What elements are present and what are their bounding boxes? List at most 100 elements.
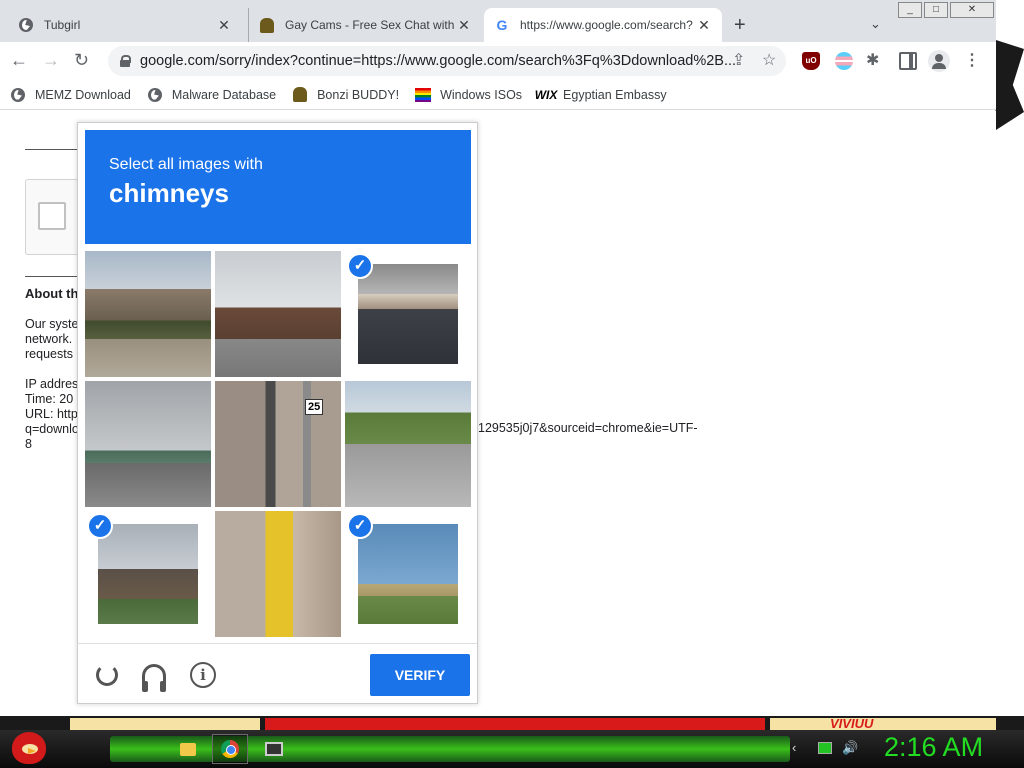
tile-image bbox=[345, 381, 471, 507]
profile-avatar-icon[interactable] bbox=[928, 50, 950, 72]
bookmark-malware-database[interactable]: Malware Database bbox=[147, 87, 276, 103]
checkmark-icon: ✓ bbox=[87, 513, 113, 539]
tab-tubgirl[interactable]: Tubgirl ✕ bbox=[8, 8, 242, 42]
page-text-line: URL: http bbox=[25, 407, 77, 421]
bookmark-label: Malware Database bbox=[171, 87, 277, 102]
tile-image bbox=[98, 524, 198, 624]
bookmark-star-icon[interactable]: ☆ bbox=[762, 50, 776, 70]
address-url: google.com/sorry/index?continue=https://… bbox=[140, 53, 737, 69]
reload-challenge-icon[interactable] bbox=[96, 664, 118, 686]
tile-image bbox=[358, 524, 458, 624]
image-tile-selected[interactable]: ✓ bbox=[345, 251, 471, 377]
checkmark-icon: ✓ bbox=[347, 513, 373, 539]
close-window-button[interactable]: ✕ bbox=[950, 2, 994, 18]
ublock-origin-icon[interactable]: uO bbox=[802, 52, 820, 70]
image-tile[interactable]: 25 bbox=[215, 381, 341, 507]
globe-icon bbox=[18, 17, 34, 33]
bookmarks-bar: MEMZ Download Malware Database Bonzi BUD… bbox=[0, 80, 996, 110]
recaptcha-checkbox[interactable] bbox=[38, 202, 66, 230]
taskbar-clock[interactable]: 2:16 AM bbox=[884, 732, 983, 763]
maximize-button[interactable]: □ bbox=[924, 2, 948, 18]
bookmark-egyptian-embassy[interactable]: WIX Egyptian Embassy bbox=[534, 87, 667, 103]
page-text-line: IP addres bbox=[25, 377, 77, 391]
gorilla-icon bbox=[259, 17, 275, 33]
image-tile[interactable] bbox=[85, 381, 211, 507]
bookmark-label: MEMZ Download bbox=[35, 87, 131, 102]
bookmark-bonzi-buddy[interactable]: Bonzi BUDDY! bbox=[292, 87, 399, 103]
globe-icon bbox=[147, 87, 163, 103]
image-grid: ✓ 25 ✓ ✓ bbox=[85, 251, 471, 637]
wallpaper-text: VIVIUU bbox=[830, 716, 874, 731]
page-text-line: network. bbox=[25, 332, 73, 346]
image-tile[interactable] bbox=[85, 251, 211, 377]
kebab-menu-icon[interactable]: ⋮ bbox=[964, 52, 982, 70]
minimize-button[interactable]: _ bbox=[898, 2, 922, 18]
toolbar: ← → ↻ google.com/sorry/index?continue=ht… bbox=[0, 42, 996, 80]
wix-icon: WIX bbox=[534, 87, 558, 102]
image-tile-selected[interactable]: ✓ bbox=[345, 511, 471, 637]
url-text-tail: 129535j0j7&sourceid=chrome&ie=UTF- bbox=[478, 421, 698, 435]
speed-sign: 25 bbox=[305, 399, 324, 415]
taskbar-chrome[interactable] bbox=[212, 734, 248, 764]
gorilla-icon bbox=[292, 87, 308, 103]
page-text-line: Time: 20 bbox=[25, 392, 74, 406]
info-icon[interactable]: i bbox=[190, 662, 216, 688]
share-icon[interactable]: ⇪ bbox=[732, 50, 745, 70]
side-panel-icon[interactable] bbox=[899, 52, 917, 70]
close-icon[interactable]: ✕ bbox=[456, 17, 472, 34]
image-tile[interactable] bbox=[345, 381, 471, 507]
taskbar-file-explorer[interactable] bbox=[170, 734, 206, 764]
page-text-line: Our syste bbox=[25, 317, 77, 331]
tab-gay-cams[interactable]: Gay Cams - Free Sex Chat with Se ✕ bbox=[248, 8, 482, 42]
headphones-audio-icon[interactable] bbox=[142, 664, 166, 692]
address-bar[interactable]: google.com/sorry/index?continue=https://… bbox=[108, 46, 786, 76]
verify-button[interactable]: VERIFY bbox=[370, 654, 470, 696]
close-icon[interactable]: ✕ bbox=[696, 17, 712, 34]
bookmark-memz[interactable]: MEMZ Download bbox=[10, 87, 131, 103]
extensions-puzzle-icon[interactable]: ✱ bbox=[866, 52, 884, 70]
challenge-instruction: Select all images with bbox=[109, 156, 263, 173]
tab-title: Tubgirl bbox=[44, 18, 81, 32]
trans-flag-extension-icon[interactable] bbox=[835, 52, 853, 70]
reload-icon[interactable]: ↻ bbox=[74, 50, 89, 71]
bookmark-windows-isos[interactable]: Windows ISOs bbox=[415, 87, 522, 103]
tray-volume-icon[interactable]: 🔊 bbox=[842, 740, 858, 756]
tab-title: https://www.google.com/search? bbox=[520, 18, 693, 32]
wallpaper-right-edge bbox=[996, 0, 1024, 730]
bookmark-label: Egyptian Embassy bbox=[563, 87, 667, 102]
tray-battery-icon[interactable] bbox=[818, 742, 832, 754]
tab-strip: Tubgirl ✕ Gay Cams - Free Sex Chat with … bbox=[0, 0, 996, 42]
new-tab-button[interactable]: + bbox=[734, 14, 746, 37]
image-tile[interactable] bbox=[215, 251, 341, 377]
image-tile-selected[interactable]: ✓ bbox=[85, 511, 211, 637]
network-computer-icon bbox=[265, 742, 283, 756]
lock-icon[interactable] bbox=[120, 55, 131, 67]
back-arrow-icon[interactable]: ← bbox=[10, 50, 28, 71]
angry-bird-icon bbox=[12, 732, 46, 764]
tab-title: Gay Cams - Free Sex Chat with Se bbox=[285, 18, 456, 32]
checkmark-icon: ✓ bbox=[347, 253, 373, 279]
divider bbox=[25, 276, 77, 277]
challenge-target: chimneys bbox=[109, 178, 229, 208]
taskbar-network[interactable] bbox=[256, 734, 292, 764]
challenge-header: Select all images with chimneys bbox=[85, 130, 471, 244]
globe-icon bbox=[10, 87, 26, 103]
tab-google-search[interactable]: G https://www.google.com/search? ✕ bbox=[484, 8, 722, 42]
tray-chevron-icon[interactable]: ‹ bbox=[792, 740, 796, 755]
tile-image bbox=[215, 251, 341, 377]
recaptcha-checkbox-widget bbox=[25, 179, 80, 255]
tile-image bbox=[85, 381, 211, 507]
bookmark-label: Bonzi BUDDY! bbox=[317, 87, 400, 102]
image-tile[interactable] bbox=[215, 511, 341, 637]
forward-arrow-icon[interactable]: → bbox=[42, 50, 60, 71]
start-button[interactable] bbox=[8, 730, 48, 768]
divider bbox=[25, 149, 77, 150]
tile-image bbox=[215, 511, 341, 637]
tab-search-icon[interactable]: ⌄ bbox=[870, 16, 881, 32]
browser-window: Tubgirl ✕ Gay Cams - Free Sex Chat with … bbox=[0, 0, 996, 716]
page-text-line: q=downlo bbox=[25, 422, 77, 436]
chrome-icon bbox=[221, 740, 239, 758]
folder-icon bbox=[180, 742, 196, 756]
close-icon[interactable]: ✕ bbox=[216, 17, 232, 34]
wallpaper-bottom-strip: VIVIUU bbox=[0, 716, 1024, 731]
